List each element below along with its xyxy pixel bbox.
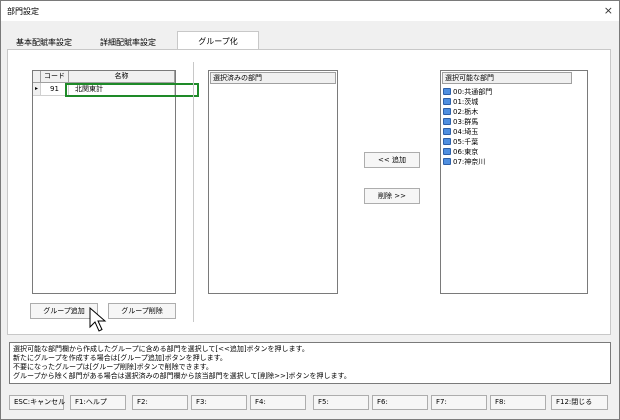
department-label: 00:共通部門 xyxy=(453,88,493,96)
window-title: 部門設定 xyxy=(7,7,39,16)
help-message-line: 選択可能な部門欄から作成したグループに含める部門を選択して[<<追加]ボタンを押… xyxy=(13,345,309,353)
help-message-line: 不要になったグループは[グループ削除]ボタンで削除できます。 xyxy=(13,363,213,371)
help-message-box: 選択可能な部門欄から作成したグループに含める部門を選択して[<<追加]ボタンを押… xyxy=(9,342,611,384)
f7-button[interactable]: F7: xyxy=(431,395,487,410)
department-icon xyxy=(443,88,451,95)
department-icon xyxy=(443,138,451,145)
department-label: 07:神奈川 xyxy=(453,158,486,166)
available-departments-header: 選択可能な部門 xyxy=(442,72,572,84)
selected-row-highlight xyxy=(65,83,199,97)
department-icon xyxy=(443,158,451,165)
title-bar: 部門設定 × xyxy=(1,1,619,21)
f2-button[interactable]: F2: xyxy=(132,395,188,410)
department-icon xyxy=(443,128,451,135)
department-icon xyxy=(443,148,451,155)
f4-button[interactable]: F4: xyxy=(250,395,306,410)
grid-header-name: 名称 xyxy=(69,71,175,83)
row-indicator-icon: ▸ xyxy=(33,83,41,96)
f8-button[interactable]: F8: xyxy=(490,395,546,410)
list-item[interactable]: 07:神奈川 xyxy=(443,157,485,167)
department-icon xyxy=(443,118,451,125)
selected-departments-list[interactable]: 選択済みの部門 xyxy=(208,70,338,294)
tab-basic-allocation[interactable]: 基本配賦率設定 xyxy=(11,34,95,50)
f1-help-button[interactable]: F1:ヘルプ xyxy=(70,395,126,410)
group-add-button[interactable]: グループ追加 xyxy=(30,303,98,319)
list-item[interactable]: 04:埼玉 xyxy=(443,127,478,137)
group-grid[interactable]: コード 名称 ▸ 91 北関東計 xyxy=(32,70,199,294)
list-item[interactable]: 05:千葉 xyxy=(443,137,478,147)
list-item[interactable]: 01:茨城 xyxy=(443,97,478,107)
remove-department-button[interactable]: 削除 >> xyxy=(364,188,420,204)
grid-corner xyxy=(33,71,41,83)
help-message-line: 新たにグループを作成する場合は[グループ追加]ボタンを押します。 xyxy=(13,354,227,362)
esc-cancel-button[interactable]: ESC:キャンセル xyxy=(9,395,65,410)
department-label: 02:栃木 xyxy=(453,108,479,116)
department-label: 05:千葉 xyxy=(453,138,479,146)
grouping-panel: コード 名称 ▸ 91 北関東計 グループ追加 グループ削除 選択済みの部門 <… xyxy=(7,49,611,335)
department-icon xyxy=(443,98,451,105)
department-label: 04:埼玉 xyxy=(453,128,479,136)
list-item[interactable]: 00:共通部門 xyxy=(443,87,492,97)
selected-departments-header: 選択済みの部門 xyxy=(210,72,336,84)
available-departments-list[interactable]: 選択可能な部門 00:共通部門 01:茨城 02:栃木 03:群馬 04:埼玉 … xyxy=(440,70,588,294)
list-item[interactable]: 03:群馬 xyxy=(443,117,478,127)
panel-divider xyxy=(193,62,194,322)
f3-button[interactable]: F3: xyxy=(191,395,247,410)
grid-header-code: コード xyxy=(41,71,69,83)
list-item[interactable]: 06:東京 xyxy=(443,147,478,157)
mouse-pointer-icon xyxy=(89,307,107,332)
department-label: 06:東京 xyxy=(453,148,479,156)
group-delete-button[interactable]: グループ削除 xyxy=(108,303,176,319)
department-label: 01:茨城 xyxy=(453,98,479,106)
list-item[interactable]: 02:栃木 xyxy=(443,107,478,117)
f12-close-button[interactable]: F12:閉じる xyxy=(551,395,608,410)
tab-detailed-allocation[interactable]: 詳細配賦率設定 xyxy=(95,34,177,50)
f6-button[interactable]: F6: xyxy=(372,395,428,410)
department-settings-window: 部門設定 × 基本配賦率設定 詳細配賦率設定 グループ化 コード 名称 ▸ 91… xyxy=(0,0,620,420)
department-label: 03:群馬 xyxy=(453,118,479,126)
tab-grouping[interactable]: グループ化 xyxy=(177,31,259,50)
f5-button[interactable]: F5: xyxy=(313,395,369,410)
add-department-button[interactable]: << 追加 xyxy=(364,152,420,168)
department-icon xyxy=(443,108,451,115)
close-icon[interactable]: × xyxy=(604,4,613,17)
help-message-line: グループから除く部門がある場合は選択済みの部門欄から該当部門を選択して[削除>>… xyxy=(13,372,351,380)
